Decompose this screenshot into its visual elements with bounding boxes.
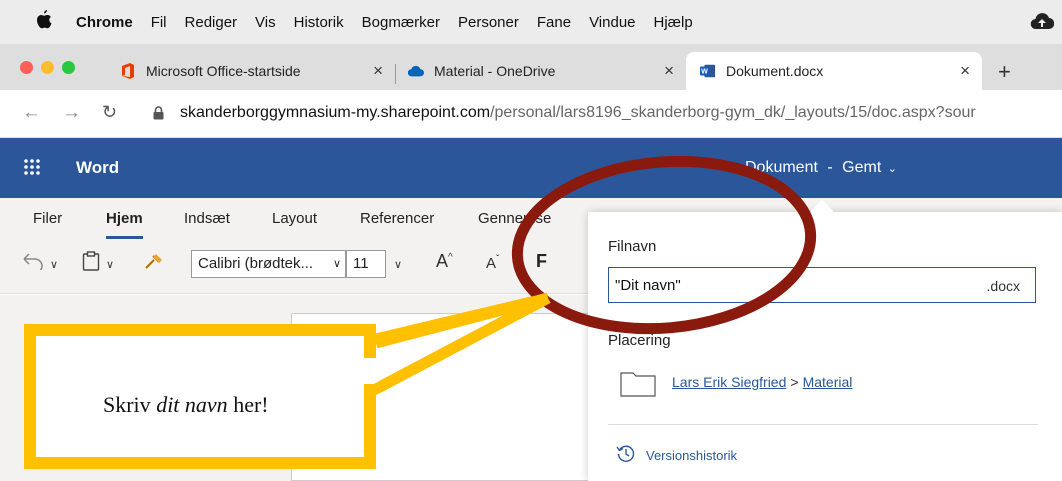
tab-hjem[interactable]: Hjem bbox=[106, 210, 143, 239]
format-painter-icon[interactable] bbox=[143, 252, 165, 273]
callout-text: Skriv dit navn her! bbox=[103, 392, 269, 418]
shrink-font-glyph: A bbox=[486, 255, 497, 272]
tab-office-startside[interactable]: Microsoft Office-startside × bbox=[110, 52, 395, 90]
menu-rediger[interactable]: Rediger bbox=[185, 14, 238, 31]
url-field[interactable]: skanderborggymnasium-my.sharepoint.com/p… bbox=[180, 104, 976, 122]
url-path: /personal/lars8196_skanderborg-gym_dk/_l… bbox=[490, 104, 976, 121]
tab-title: Material - OneDrive bbox=[434, 63, 556, 79]
tab-dokument-docx[interactable]: W Dokument.docx × bbox=[686, 52, 982, 90]
menu-bogmaerker[interactable]: Bogmærker bbox=[362, 14, 440, 31]
file-extension: .docx bbox=[986, 278, 1020, 294]
url-host: skanderborggymnasium-my.sharepoint.com bbox=[180, 104, 491, 121]
version-history-link[interactable]: Versionshistorik bbox=[616, 444, 737, 467]
font-family-select[interactable]: Calibri (brødtek... ∨ bbox=[191, 250, 346, 278]
folder-icon bbox=[620, 369, 656, 402]
chevron-down-icon: ⌄ bbox=[887, 163, 897, 175]
tab-material-onedrive[interactable]: Material - OneDrive × bbox=[398, 52, 686, 90]
tab-gennemse[interactable]: Gennemse bbox=[478, 210, 551, 227]
annotation-callout: Skriv dit navn her! bbox=[24, 324, 376, 469]
callout-text-post: her! bbox=[227, 392, 269, 417]
callout-text-emphasis: dit navn bbox=[156, 392, 228, 417]
apple-icon[interactable] bbox=[36, 10, 56, 34]
reload-icon[interactable]: ↻ bbox=[102, 102, 117, 123]
browser-tab-strip: Microsoft Office-startside × Material - … bbox=[0, 44, 1062, 90]
tab-close-icon[interactable]: × bbox=[664, 61, 674, 81]
tab-close-icon[interactable]: × bbox=[960, 61, 970, 81]
history-icon bbox=[616, 444, 636, 467]
callout-pointer-fill bbox=[300, 358, 380, 384]
flyout-divider bbox=[608, 424, 1038, 425]
menu-vindue[interactable]: Vindue bbox=[589, 14, 635, 31]
undo-dropdown-icon[interactable]: ∨ bbox=[50, 258, 58, 271]
minimize-window-button[interactable] bbox=[41, 61, 54, 74]
filename-input[interactable] bbox=[608, 267, 1036, 303]
onedrive-cloud-icon bbox=[408, 63, 424, 79]
cloud-upload-icon[interactable] bbox=[1030, 12, 1055, 34]
word-doc-icon: W bbox=[700, 63, 716, 79]
grow-font-button[interactable]: A^ bbox=[436, 251, 453, 272]
menu-vis[interactable]: Vis bbox=[255, 14, 276, 31]
location-label: Placering bbox=[608, 332, 671, 349]
new-tab-button[interactable]: + bbox=[998, 59, 1011, 85]
forward-arrow-icon[interactable]: → bbox=[62, 102, 81, 124]
menu-hjaelp[interactable]: Hjælp bbox=[654, 14, 693, 31]
app-launcher-icon[interactable] bbox=[24, 159, 40, 180]
tab-filer[interactable]: Filer bbox=[33, 210, 62, 227]
menu-fane[interactable]: Fane bbox=[537, 14, 571, 31]
tab-title: Dokument.docx bbox=[726, 63, 824, 79]
app-title: Word bbox=[76, 158, 120, 177]
font-size-dropdown-icon[interactable]: ∨ bbox=[394, 258, 402, 271]
menu-historik[interactable]: Historik bbox=[294, 14, 344, 31]
document-title-button[interactable]: Dokument - Gemt ⌄ bbox=[745, 159, 897, 177]
grow-font-glyph: A bbox=[436, 251, 449, 271]
callout-text-pre: Skriv bbox=[103, 392, 157, 417]
back-arrow-icon[interactable]: ← bbox=[22, 102, 41, 124]
chevron-down-icon: ∨ bbox=[332, 258, 341, 270]
menu-fil[interactable]: Fil bbox=[151, 14, 167, 31]
version-history-label: Versionshistorik bbox=[646, 448, 738, 463]
lock-icon bbox=[153, 106, 164, 125]
bold-button[interactable]: F bbox=[536, 251, 547, 272]
menu-app-chrome[interactable]: Chrome bbox=[76, 14, 133, 31]
title-separator: - bbox=[827, 159, 833, 176]
tab-layout[interactable]: Layout bbox=[272, 210, 317, 227]
filename-label: Filnavn bbox=[608, 238, 657, 255]
undo-icon[interactable] bbox=[22, 252, 44, 274]
location-folder-link[interactable]: Material bbox=[803, 374, 853, 390]
font-family-value: Calibri (brødtek... bbox=[198, 255, 314, 272]
tab-close-icon[interactable]: × bbox=[373, 61, 383, 81]
mac-menu-bar: Chrome Fil Rediger Vis Historik Bogmærke… bbox=[0, 0, 1062, 44]
rename-flyout: Filnavn .docx Placering Lars Erik Siegfr… bbox=[588, 199, 1062, 481]
zoom-window-button[interactable] bbox=[62, 61, 75, 74]
clipboard-icon[interactable] bbox=[82, 251, 100, 274]
office-logo-icon bbox=[120, 63, 136, 79]
shrink-font-button[interactable]: Aˇ bbox=[486, 254, 499, 272]
word-header-bar: Word Dokument - Gemt ⌄ bbox=[0, 138, 1062, 198]
document-name: Dokument bbox=[745, 159, 818, 176]
tab-indsaet[interactable]: Indsæt bbox=[184, 210, 230, 227]
font-size-value: 11 bbox=[353, 255, 369, 272]
clipboard-dropdown-icon[interactable]: ∨ bbox=[106, 258, 114, 271]
tab-divider bbox=[395, 64, 396, 84]
location-parent-link[interactable]: Lars Erik Siegfried bbox=[672, 374, 786, 390]
font-size-select[interactable]: 11 bbox=[346, 250, 386, 278]
menu-personer[interactable]: Personer bbox=[458, 14, 519, 31]
breadcrumb-separator: > bbox=[790, 374, 799, 390]
save-status: Gemt bbox=[842, 159, 882, 176]
close-window-button[interactable] bbox=[20, 61, 33, 74]
location-breadcrumb: Lars Erik Siegfried > Material bbox=[672, 374, 852, 390]
svg-text:W: W bbox=[701, 68, 708, 76]
address-bar: ← → ↻ skanderborggymnasium-my.sharepoint… bbox=[0, 90, 1062, 138]
tab-referencer[interactable]: Referencer bbox=[360, 210, 434, 227]
tab-title: Microsoft Office-startside bbox=[146, 63, 301, 79]
window-controls bbox=[20, 61, 75, 74]
